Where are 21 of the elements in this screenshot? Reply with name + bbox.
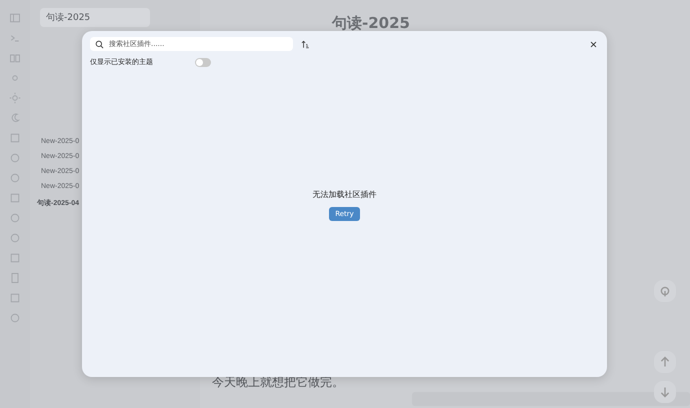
book-icon[interactable] (9, 52, 21, 64)
circle-icon[interactable] (9, 312, 21, 324)
note-title: 句读-2025 (332, 14, 411, 33)
moon-icon[interactable] (9, 112, 21, 124)
square-icon[interactable] (9, 292, 21, 304)
search-icon (95, 40, 104, 48)
circle-icon[interactable] (9, 172, 21, 184)
toggle-switch[interactable] (195, 58, 211, 66)
sun-icon[interactable] (9, 92, 21, 104)
circle-icon[interactable] (9, 212, 21, 224)
tab[interactable]: 句读-2025 (40, 8, 150, 26)
square-icon[interactable] (9, 252, 21, 264)
square-icon[interactable] (9, 132, 21, 144)
document-icon[interactable] (9, 272, 21, 284)
circle-icon[interactable] (9, 152, 21, 164)
sidebar-toggle-icon[interactable] (9, 12, 21, 24)
sort-icon[interactable] (301, 40, 310, 48)
square-icon[interactable] (9, 192, 21, 204)
circle-icon[interactable] (9, 232, 21, 244)
close-icon[interactable] (590, 40, 597, 48)
error-message: 无法加载社区插件 (312, 189, 376, 200)
